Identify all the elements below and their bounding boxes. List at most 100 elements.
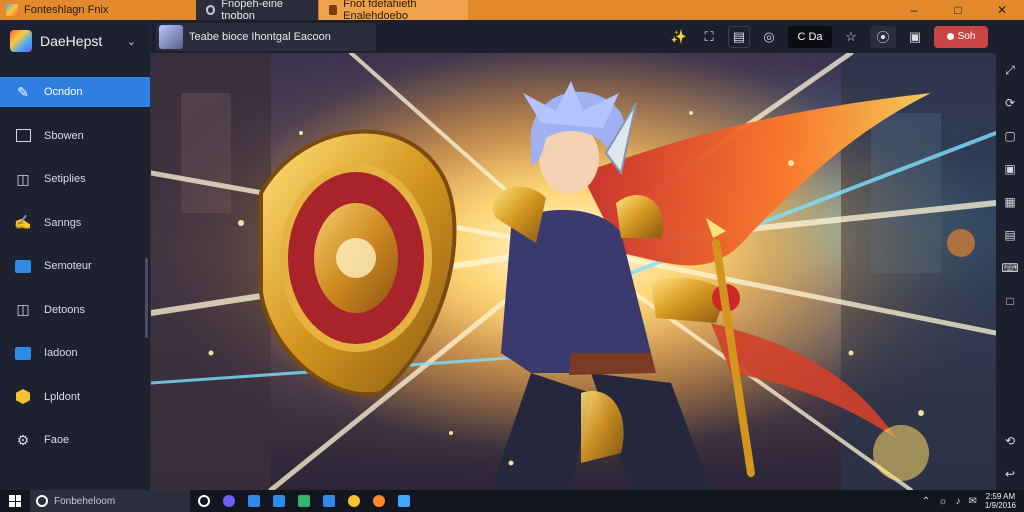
pen-icon: ✍ xyxy=(14,214,32,230)
taskbar-app-emulator[interactable] xyxy=(393,490,415,512)
taskbar-app-edge[interactable] xyxy=(218,490,240,512)
back-icon[interactable]: ⟲ xyxy=(1002,433,1018,449)
sidebar-scrollbar[interactable] xyxy=(145,258,148,338)
pointer-icon[interactable]: ✨ xyxy=(668,26,690,48)
windows-logo-icon xyxy=(9,495,21,507)
start-button[interactable] xyxy=(0,490,30,512)
app-name: Fonteshlagn Fnix xyxy=(24,4,109,16)
gold-hex-icon xyxy=(14,389,32,405)
expand-icon[interactable]: ⤢ xyxy=(1002,62,1018,78)
sidebar-item-1[interactable]: ✎ Ocndon xyxy=(0,77,150,107)
document-icon[interactable]: ▤ xyxy=(728,25,750,48)
sidebar-item-3[interactable]: ◫ Setiplies xyxy=(0,164,150,194)
window-blue-icon xyxy=(14,258,32,274)
search-circle-icon xyxy=(36,495,48,507)
clock-time: 2:59 AM xyxy=(985,492,1016,501)
taskbar-app-xbox[interactable] xyxy=(293,490,315,512)
game-viewport[interactable] xyxy=(151,53,996,490)
taskbar-app-cortana[interactable] xyxy=(193,490,215,512)
record-label: Soh xyxy=(957,31,976,42)
tab-game-label: Fnopeh-eine tnobon xyxy=(221,0,284,22)
app-title: Fonteshlagn Fnix xyxy=(0,4,196,16)
cortana-icon xyxy=(198,495,210,507)
tab-game[interactable]: Fnopeh-eine tnobon xyxy=(196,0,318,22)
sidebar-item-6[interactable]: ◫ Detoons xyxy=(0,295,150,325)
edge-icon xyxy=(223,495,235,507)
clock-date: 1/9/2016 xyxy=(984,501,1016,510)
taskbar-app-chrome[interactable] xyxy=(343,490,365,512)
sidebar-brand[interactable]: DaeHepst ⌄ xyxy=(0,20,150,62)
aspect-icon[interactable]: □ xyxy=(1002,293,1018,309)
taskbar-app-photos[interactable] xyxy=(318,490,340,512)
screen-icon: ◫ xyxy=(16,170,30,187)
target-icon[interactable]: ◎ xyxy=(758,26,780,48)
sidebar-item-5[interactable]: Semoteur xyxy=(0,251,150,281)
sidebar-item-7[interactable]: Iadoon xyxy=(0,338,150,368)
window-titlebar: Fonteshlagn Fnix Fnopeh-eine tnobon Fnot… xyxy=(0,0,1024,22)
shield-icon[interactable]: ⦿ xyxy=(870,25,896,48)
brand-logo-icon xyxy=(10,30,32,52)
volume-icon[interactable]: ♪ xyxy=(955,496,960,507)
game-title: Teabe bioce Ihontgal Eacoon xyxy=(189,30,331,43)
sidebar-item-2[interactable]: Sbowen xyxy=(0,121,150,151)
sidebar-item-label: Iadoon xyxy=(44,347,78,359)
android-icon[interactable]: ▣ xyxy=(904,26,926,48)
sidebar-item-label: Lpldont xyxy=(44,390,81,403)
network-icon[interactable]: ☼ xyxy=(938,496,947,507)
right-rail: ⤢ ⟳ ▢ ▣ ▦ ▤ ⌨ □ ⟲ ↩ xyxy=(996,53,1024,490)
notification-icon[interactable]: ✉ xyxy=(968,496,976,507)
return-icon[interactable]: ↩ xyxy=(1002,466,1018,482)
fullscreen-icon[interactable]: ⛶ xyxy=(698,26,720,48)
xbox-icon xyxy=(298,495,310,507)
tab-secondary-icon xyxy=(329,5,338,15)
top-toolbar: Teabe bioce Ihontgal Eacoon ✨ ⛶ ▤ ◎ C Da… xyxy=(151,20,1024,53)
brand-name: DaeHepst xyxy=(40,33,103,49)
taskbar: Fonbeheloom ⌃ ☼ ♪ ✉ 2:59 AM 1/9/2016 xyxy=(0,490,1024,512)
tab-secondary-label: Fnot fdefahieth Enalehdoebo xyxy=(343,0,417,22)
sidebar-item-8[interactable]: Lpldont xyxy=(0,382,150,412)
toolbar-tools: ✨ ⛶ ▤ ◎ C Da ☆ ⦿ ▣ Soh xyxy=(668,25,1024,48)
gear-icon: ⚙ xyxy=(16,431,30,448)
taskbar-app-explorer[interactable] xyxy=(268,490,290,512)
app-logo-icon xyxy=(6,4,18,16)
sidebar-item-label: Setiplies xyxy=(44,173,86,185)
minimize-button[interactable]: – xyxy=(892,0,936,20)
taskbar-app-store[interactable] xyxy=(243,490,265,512)
keyboard-icon[interactable]: ⌨ xyxy=(1001,260,1018,276)
star-icon[interactable]: ☆ xyxy=(840,26,862,48)
taskbar-app-firefox[interactable] xyxy=(368,490,390,512)
camera-icon[interactable]: ▦ xyxy=(1002,194,1018,210)
sidebar-item-9[interactable]: ⚙ Faoe xyxy=(0,425,150,455)
window-controls: – □ ✕ xyxy=(892,0,1024,20)
sidebar-item-label: Faoe xyxy=(44,434,70,446)
sidebar-item-label: Ocndon xyxy=(44,86,83,98)
panel-icon: ◫ xyxy=(16,301,30,317)
screenshot-icon[interactable]: ▢ xyxy=(1002,128,1018,144)
sidebar: DaeHepst ⌄ ✎ Ocndon Sbowen ◫ Setiplies ✍… xyxy=(0,20,151,490)
chrome-icon xyxy=(348,495,360,507)
sidebar-item-label: Detoons xyxy=(44,303,85,316)
sidebar-item-label: Sbowen xyxy=(44,129,84,142)
record-button[interactable]: Soh xyxy=(934,25,988,48)
taskbar-search[interactable]: Fonbeheloom xyxy=(30,490,190,512)
sidebar-item-4[interactable]: ✍ Sanngs xyxy=(0,208,150,238)
close-button[interactable]: ✕ xyxy=(980,0,1024,20)
tab-game-icon xyxy=(206,5,216,15)
game-info[interactable]: Teabe bioce Ihontgal Eacoon xyxy=(156,22,376,51)
capture-icon[interactable]: ▣ xyxy=(1002,161,1018,177)
tab-secondary[interactable]: Fnot fdefahieth Enalehdoebo xyxy=(318,0,468,22)
game-scene-illustration xyxy=(151,53,996,490)
explorer-icon xyxy=(273,495,285,507)
emulator-icon xyxy=(398,495,410,507)
store-icon xyxy=(248,495,260,507)
chevron-down-icon[interactable]: ⌄ xyxy=(127,35,136,48)
chevron-up-icon[interactable]: ⌃ xyxy=(922,496,930,507)
maximize-button[interactable]: □ xyxy=(936,0,980,20)
rotate-icon[interactable]: ⟳ xyxy=(1002,95,1018,111)
sidebar-item-label: Sanngs xyxy=(44,216,82,229)
layers-icon[interactable]: ▤ xyxy=(1002,227,1018,243)
search-placeholder: Fonbeheloom xyxy=(54,495,116,507)
sidebar-item-label: Semoteur xyxy=(44,260,92,272)
fps-display[interactable]: C Da xyxy=(788,25,832,48)
clock[interactable]: 2:59 AM 1/9/2016 xyxy=(985,492,1016,510)
